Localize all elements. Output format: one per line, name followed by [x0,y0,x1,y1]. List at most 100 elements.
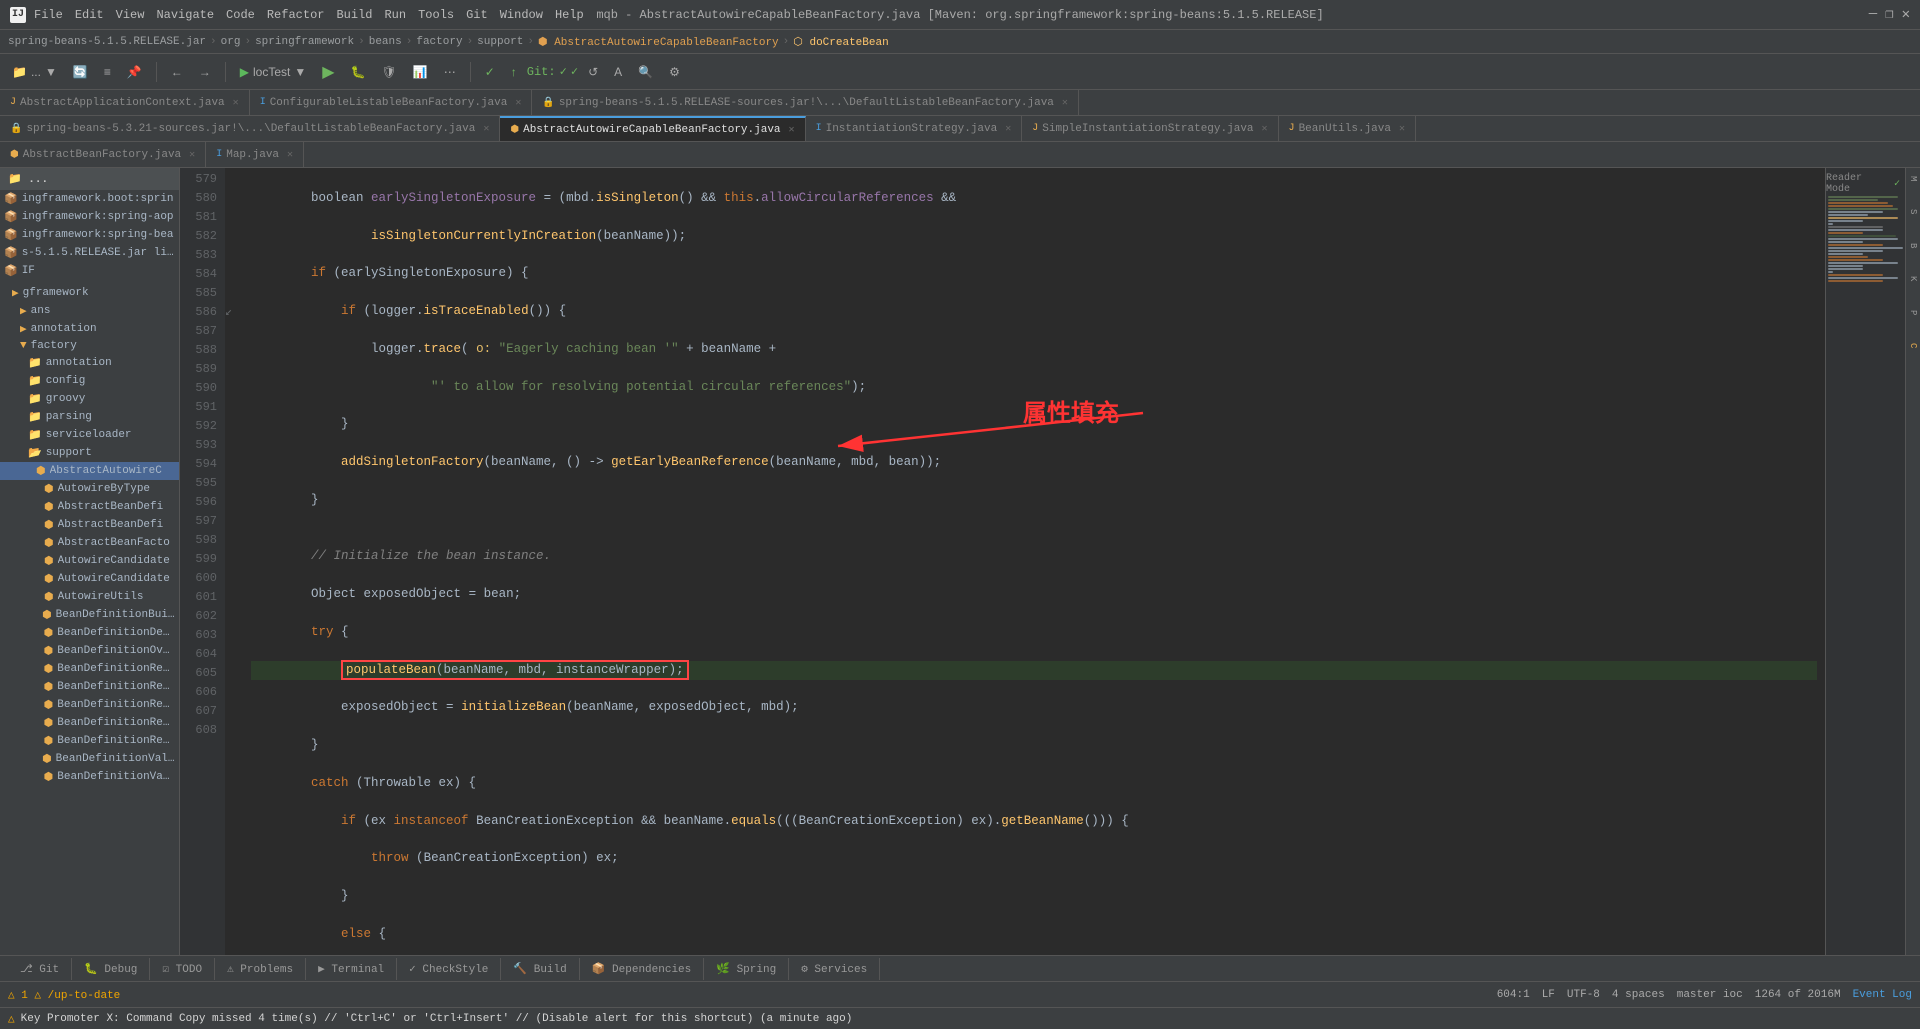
sidebar-item-BeanDefinitionDefa[interactable]: ⬢ BeanDefinitionDefa [0,624,179,642]
close-tab-icon[interactable]: ✕ [287,149,293,161]
tab-DefaultListableBeanFactory-old[interactable]: 🔒 spring-beans-5.1.5.RELEASE-sources.jar… [532,90,1079,115]
sidebar-item-AutowireCandidate1[interactable]: ⬢ AutowireCandidate [0,552,179,570]
sidebar-item-BeanDefinitionRead1[interactable]: ⬢ BeanDefinitionRead [0,660,179,678]
bottom-tab-todo[interactable]: ☑ TODO [150,958,215,980]
sidebar-item-AbstractAutowire[interactable]: ⬢ AbstractAutowireC [0,462,179,480]
undo-button[interactable]: ↺ [582,59,604,85]
menu-run[interactable]: Run [384,8,406,22]
sidebar-item-groovy[interactable]: 📁 groovy [0,390,179,408]
structure-button[interactable]: ≡ [98,59,117,85]
tab-ConfigurableListableBeanFactory[interactable]: I ConfigurableListableBeanFactory.java ✕ [250,90,533,115]
project-dropdown[interactable]: 📁 ... ▼ [6,59,63,85]
tab-AbstractApplicationContext[interactable]: J AbstractApplicationContext.java ✕ [0,90,250,115]
menu-git[interactable]: Git [466,8,488,22]
sidebar-item-serviceloader[interactable]: 📁 serviceloader [0,426,179,444]
bc-class[interactable]: ⬢ AbstractAutowireCapableBeanFactory [538,35,779,49]
sidebar-item-AbstractBeanFacto[interactable]: ⬢ AbstractBeanFacto [0,534,179,552]
sidebar-item-BeanDefinitionBuild[interactable]: ⬢ BeanDefinitionBuild [0,606,179,624]
minimize-button[interactable]: — [1869,6,1877,23]
sidebar-item-BeanDefinitionRegi1[interactable]: ⬢ BeanDefinitionRegi [0,696,179,714]
pin-button[interactable]: 📌 [121,59,148,85]
tab-Map[interactable]: I Map.java ✕ [206,142,304,167]
sidebar-item-BeanDefinitionRegi2[interactable]: ⬢ BeanDefinitionRegi [0,714,179,732]
tab-DefaultListableBeanFactory-new[interactable]: 🔒 spring-beans-5.3.21-sources.jar!\...\D… [0,116,500,141]
tab-BeanUtils[interactable]: J BeanUtils.java ✕ [1279,116,1416,141]
menu-tools[interactable]: Tools [418,8,454,22]
sidebar-item-spring-aop[interactable]: 📦 ingframework:spring-aop [0,208,179,226]
menu-navigate[interactable]: Navigate [156,8,214,22]
sidebar-item-factory[interactable]: ▼ factory [0,338,179,354]
code-editor[interactable]: boolean earlySingletonExposure = (mbd.is… [243,168,1825,955]
translate-button[interactable]: A [608,59,628,85]
close-tab-icon[interactable]: ✕ [483,123,489,135]
bottom-tab-services[interactable]: ⚙ Services [789,958,880,980]
close-tab-icon[interactable]: ✕ [189,149,195,161]
bottom-tab-checkstyle[interactable]: ✓ CheckStyle [397,958,501,980]
sync-button[interactable]: 🔄 [67,59,94,85]
tab-SimpleInstantiationStrategy[interactable]: J SimpleInstantiationStrategy.java ✕ [1022,116,1278,141]
menu-help[interactable]: Help [555,8,584,22]
sidebar-item-gframework[interactable]: ▶ gframework [0,284,179,302]
sidebar-item-support[interactable]: 📂 support [0,444,179,462]
code-container[interactable]: 579 580 581 582 583 584 585 586 587 588 … [180,168,1920,955]
sidebar-item-BeanDefinitionResc[interactable]: ⬢ BeanDefinitionResc [0,732,179,750]
close-tab-icon[interactable]: ✕ [1262,123,1268,135]
tab-InstantiationStrategy[interactable]: I InstantiationStrategy.java ✕ [806,116,1023,141]
sidebar-item-config[interactable]: 📁 config [0,372,179,390]
sidebar-item-BeanDefinitionRead2[interactable]: ⬢ BeanDefinitionRead [0,678,179,696]
close-tab-icon[interactable]: ✕ [233,97,239,109]
sidebar-item-springboot[interactable]: 📦 ingframework.boot:sprin [0,190,179,208]
bc-springframework[interactable]: springframework [255,36,354,48]
event-log[interactable]: Event Log [1853,989,1912,1001]
bottom-tab-build[interactable]: 🔨 Build [501,958,579,980]
sidebar-item-annotation-sub[interactable]: 📁 annotation [0,354,179,372]
menu-build[interactable]: Build [336,8,372,22]
sidebar-item-AutowireCandidate2[interactable]: ⬢ AutowireCandidate [0,570,179,588]
bc-support[interactable]: support [477,36,523,48]
coverage-button[interactable]: 🛡 [376,59,403,85]
bc-jar[interactable]: spring-beans-5.1.5.RELEASE.jar [8,36,206,48]
more-run-button[interactable]: ⋯ [438,59,462,85]
menu-refactor[interactable]: Refactor [267,8,325,22]
reader-mode[interactable]: Reader Mode ✓ [1826,173,1900,195]
bc-factory[interactable]: factory [416,36,462,48]
sidebar-item-AbstractBeanDefi2[interactable]: ⬢ AbstractBeanDefi [0,516,179,534]
sidebar-item-IF[interactable]: 📦 IF [0,262,179,280]
push-button[interactable]: ↑ [505,59,523,85]
bottom-tab-debug[interactable]: 🐛 Debug [72,958,150,980]
bottom-tab-git[interactable]: ⎇ Git [8,958,72,980]
forward-button[interactable]: → [193,59,217,85]
bc-org[interactable]: org [221,36,241,48]
sidebar-item-annotation[interactable]: ▶ annotation [0,320,179,338]
menu-view[interactable]: View [116,8,145,22]
close-tab-icon[interactable]: ✕ [1005,123,1011,135]
sidebar-item-BeanDefinitionOver[interactable]: ⬢ BeanDefinitionOver [0,642,179,660]
code-editor-wrapper[interactable]: boolean earlySingletonExposure = (mbd.is… [243,168,1825,955]
bc-beans[interactable]: beans [369,36,402,48]
close-tab-icon[interactable]: ✕ [789,124,795,136]
tab-AbstractAutowireCapableBeanFactory[interactable]: ⬢ AbstractAutowireCapableBeanFactory.jav… [500,116,805,141]
close-tab-icon[interactable]: ✕ [515,97,521,109]
run-button[interactable]: ▶ [316,59,340,85]
sidebar-item-spring-beans[interactable]: 📦 ingframework:spring-bea [0,226,179,244]
menu-window[interactable]: Window [500,8,543,22]
bottom-tab-spring[interactable]: 🌿 Spring [704,958,789,980]
close-tab-icon[interactable]: ✕ [1399,123,1405,135]
bottom-tab-problems[interactable]: ⚠ Problems [215,958,306,980]
sidebar-item-parsing[interactable]: 📁 parsing [0,408,179,426]
sidebar-item-AbstractBeanDefi1[interactable]: ⬢ AbstractBeanDefi [0,498,179,516]
menu-edit[interactable]: Edit [75,8,104,22]
profile-button[interactable]: 📊 [407,59,434,85]
bottom-tab-dependencies[interactable]: 📦 Dependencies [580,958,705,980]
window-controls[interactable]: — ❐ ✕ [1869,6,1910,23]
maximize-button[interactable]: ❐ [1885,6,1893,23]
sidebar-item-AutowireUtils[interactable]: ⬢ AutowireUtils [0,588,179,606]
bc-method[interactable]: ⬡ doCreateBean [793,35,888,49]
back-button[interactable]: ← [165,59,189,85]
menu-file[interactable]: File [34,8,63,22]
settings-button[interactable]: ⚙ [663,59,686,85]
bottom-tab-terminal[interactable]: ▶ Terminal [306,958,397,980]
sidebar-item-release-jar[interactable]: 📦 s-5.1.5.RELEASE.jar libr [0,244,179,262]
close-button[interactable]: ✕ [1902,6,1910,23]
run-config-dropdown[interactable]: ▶ locTest ▼ [234,59,312,85]
